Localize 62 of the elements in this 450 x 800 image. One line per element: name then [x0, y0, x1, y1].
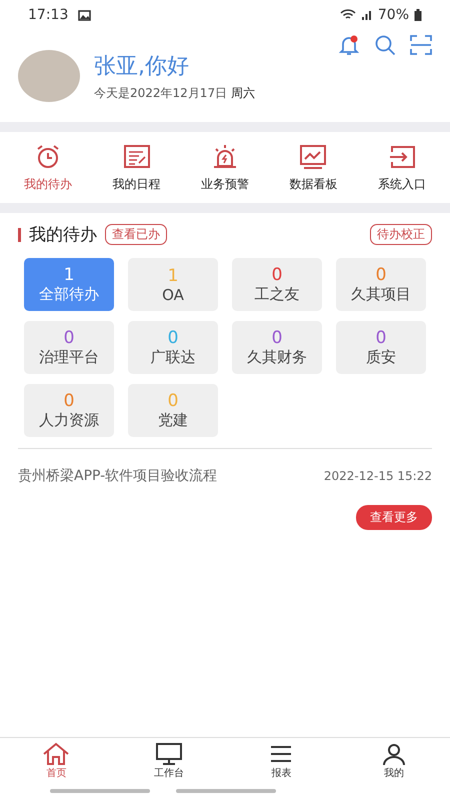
count-text: 1	[168, 266, 178, 286]
weekday-text: 周六	[230, 86, 255, 100]
wifi-icon	[340, 9, 356, 21]
image-icon	[78, 10, 92, 20]
count-text: 0	[376, 328, 386, 348]
count-text: 1	[64, 265, 74, 285]
count-text: 0	[272, 265, 282, 285]
tab-bar-item[interactable]: 工作台	[112, 742, 225, 782]
count-text: 0	[376, 265, 386, 285]
scan-icon[interactable]	[410, 34, 432, 56]
home-icon	[42, 742, 70, 766]
section-title: 我的待办	[29, 224, 97, 246]
status-time: 17:13	[28, 7, 68, 23]
category-label: 人力资源	[39, 411, 99, 430]
category-tile[interactable]: 0 质安	[336, 321, 426, 374]
count-text: 0	[168, 328, 178, 348]
signal-icon	[360, 9, 373, 21]
category-tile[interactable]: 0 治理平台	[24, 321, 114, 374]
category-tile[interactable]: 0 人力资源	[24, 384, 114, 437]
tab-bar-item[interactable]: 我的	[338, 742, 450, 782]
quick-nav-item[interactable]: 我的日程	[112, 144, 161, 193]
category-label: 全部待办	[39, 285, 99, 304]
category-tile[interactable]: 0 久其财务	[232, 321, 322, 374]
view-more-button[interactable]: 查看更多	[356, 505, 432, 530]
category-label: 工之友	[254, 285, 300, 304]
category-tile[interactable]: 0 党建	[128, 384, 218, 437]
enter-icon	[388, 144, 416, 170]
category-tile[interactable]: 0 广联达	[128, 321, 218, 374]
category-tile[interactable]: 0 工之友	[232, 258, 322, 311]
battery-icon	[414, 9, 422, 21]
count-text: 0	[168, 391, 178, 411]
title-accent-bar	[18, 228, 21, 242]
date-text: 今天是2022年12月17日	[94, 86, 228, 100]
category-label: OA	[162, 286, 184, 304]
greeting: 张亚,你好	[94, 52, 190, 80]
count-text: 0	[64, 328, 74, 348]
document-icon	[122, 144, 151, 170]
calibrate-button[interactable]: 待办校正	[370, 224, 432, 245]
quick-nav-item[interactable]: 业务预警	[200, 144, 249, 193]
category-label: 久其财务	[247, 348, 307, 367]
count-text: 0	[272, 328, 282, 348]
category-tile[interactable]: 0 久其项目	[336, 258, 426, 311]
category-label: 久其项目	[351, 285, 411, 304]
task-time: 2022-12-15 15:22	[324, 469, 432, 483]
quick-nav-item[interactable]: 数据看板	[289, 144, 338, 193]
quick-nav-item[interactable]: 我的待办	[24, 144, 72, 193]
category-label: 广联达	[150, 348, 196, 367]
count-text: 0	[64, 391, 74, 411]
category-label: 治理平台	[39, 348, 99, 367]
quick-nav-item[interactable]: 系统入口	[378, 144, 426, 193]
monitor-chart-icon	[299, 144, 328, 170]
tab-bar-item[interactable]: 报表	[225, 742, 338, 782]
search-icon[interactable]	[374, 34, 396, 56]
category-label: 党建	[158, 411, 188, 430]
view-done-button[interactable]: 查看已办	[105, 224, 167, 245]
task-title[interactable]: 贵州桥梁APP-软件项目验收流程	[18, 467, 218, 485]
category-label: 质安	[366, 348, 396, 367]
monitor-icon	[154, 742, 183, 766]
category-tile[interactable]: 1 OA	[128, 258, 218, 311]
tab-bar-item[interactable]: 首页	[0, 742, 112, 782]
bell-icon[interactable]	[338, 34, 360, 56]
battery-percent: 70%	[378, 7, 409, 23]
